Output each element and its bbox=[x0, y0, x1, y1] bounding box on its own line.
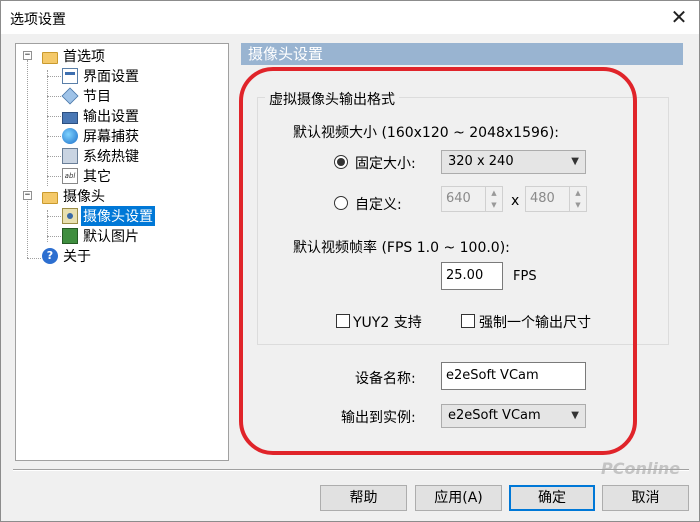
output-instance-select[interactable]: e2eSoft VCam ▼ bbox=[441, 404, 586, 428]
pane-header: 摄像头设置 bbox=[241, 43, 683, 65]
tree-item-label: 界面设置 bbox=[83, 69, 139, 85]
spin-up-icon[interactable]: ▲ bbox=[486, 187, 502, 199]
picture-icon bbox=[62, 228, 78, 244]
close-button[interactable]: ✕ bbox=[667, 5, 691, 29]
yuy2-support-checkbox[interactable] bbox=[336, 314, 350, 328]
custom-x-label: x bbox=[511, 193, 520, 209]
custom-height-spinner[interactable]: 480 ▲ ▼ bbox=[525, 186, 587, 212]
spin-down-icon[interactable]: ▼ bbox=[570, 199, 586, 211]
group-title: 虚拟摄像头输出格式 bbox=[265, 89, 399, 109]
tree-line bbox=[27, 258, 41, 259]
apply-button[interactable]: 应用(A) bbox=[415, 485, 502, 511]
fixed-size-select[interactable]: 320 x 240 ▼ bbox=[441, 150, 586, 174]
globe-icon bbox=[62, 128, 78, 144]
spinner-buttons: ▲ ▼ bbox=[485, 187, 502, 211]
collapse-preferences-icon[interactable]: − bbox=[23, 51, 32, 60]
folder-open-icon bbox=[42, 192, 58, 204]
spin-down-icon[interactable]: ▼ bbox=[486, 199, 502, 211]
tree-item-label: 节目 bbox=[83, 89, 111, 105]
cancel-button[interactable]: 取消 bbox=[602, 485, 689, 511]
output-instance-label: 输出到实例: bbox=[341, 410, 416, 426]
help-icon: ? bbox=[42, 248, 58, 264]
collapse-camera-icon[interactable]: − bbox=[23, 191, 32, 200]
tree-line bbox=[47, 70, 48, 186]
options-dialog: 选项设置 ✕ − 首选项 界面设置 节目 输出设置 屏幕捕获 系统热键 abl … bbox=[0, 0, 700, 522]
help-button[interactable]: 帮助 bbox=[320, 485, 407, 511]
custom-width-value: 640 bbox=[446, 191, 471, 206]
tree-item-label: 摄像头 bbox=[63, 189, 105, 205]
text-abl-icon: abl bbox=[62, 168, 78, 184]
tree-item-output-settings[interactable]: 输出设置 bbox=[62, 106, 141, 126]
force-output-size-label: 强制一个输出尺寸 bbox=[479, 315, 591, 331]
fixed-size-label: 固定大小: bbox=[355, 156, 416, 172]
tree-item-label: 首选项 bbox=[63, 49, 105, 65]
custom-height-value: 480 bbox=[530, 191, 555, 206]
tree-line bbox=[27, 60, 28, 258]
tree-item-label: 关于 bbox=[63, 249, 91, 265]
tree-item-programs[interactable]: 节目 bbox=[61, 86, 113, 106]
custom-width-spinner[interactable]: 640 ▲ ▼ bbox=[441, 186, 503, 212]
program-link-icon bbox=[61, 87, 79, 105]
custom-size-label: 自定义: bbox=[355, 197, 402, 213]
title-bar: 选项设置 ✕ bbox=[1, 1, 699, 34]
default-video-size-label: 默认视频大小 (160x120 ~ 2048x1596): bbox=[293, 125, 559, 141]
tree-item-label: 输出设置 bbox=[83, 109, 139, 125]
fixed-size-radio[interactable] bbox=[334, 155, 348, 169]
folder-open-icon bbox=[42, 52, 58, 64]
framerate-input[interactable]: 25.00 bbox=[441, 262, 503, 290]
tree-item-other[interactable]: abl 其它 bbox=[62, 166, 113, 186]
output-instance-value: e2eSoft VCam bbox=[448, 408, 541, 423]
tree-item-camera-settings[interactable]: 摄像头设置 bbox=[62, 206, 155, 226]
chevron-down-icon: ▼ bbox=[571, 410, 579, 421]
spin-up-icon[interactable]: ▲ bbox=[570, 187, 586, 199]
device-name-label: 设备名称: bbox=[355, 371, 416, 387]
tree-item-camera[interactable]: 摄像头 bbox=[42, 186, 107, 206]
window-title: 选项设置 bbox=[10, 12, 66, 28]
spinner-buttons: ▲ ▼ bbox=[569, 187, 586, 211]
device-name-input[interactable]: e2eSoft VCam bbox=[441, 362, 586, 390]
tree-item-about[interactable]: ? 关于 bbox=[42, 246, 93, 266]
custom-size-radio[interactable] bbox=[334, 196, 348, 210]
tree-item-label: 摄像头设置 bbox=[81, 206, 155, 226]
keyboard-icon bbox=[62, 148, 78, 164]
tree-line bbox=[47, 210, 48, 242]
close-icon: ✕ bbox=[670, 5, 688, 29]
tree-item-label: 系统热键 bbox=[83, 149, 139, 165]
settings-tree: − 首选项 界面设置 节目 输出设置 屏幕捕获 系统热键 abl 其它 − 摄像… bbox=[15, 43, 229, 461]
force-output-size-checkbox[interactable] bbox=[461, 314, 475, 328]
watermark-logo: PConline bbox=[601, 459, 681, 478]
yuy2-support-label: YUY2 支持 bbox=[353, 315, 422, 331]
tree-item-screen-capture[interactable]: 屏幕捕获 bbox=[62, 126, 141, 146]
tree-item-label: 默认图片 bbox=[83, 229, 139, 245]
ok-button[interactable]: 确定 bbox=[509, 485, 595, 511]
fixed-size-value: 320 x 240 bbox=[448, 154, 514, 169]
fps-unit-label: FPS bbox=[513, 269, 537, 284]
tree-item-label: 其它 bbox=[83, 169, 111, 185]
window-settings-icon bbox=[62, 68, 78, 84]
tree-item-system-hotkeys[interactable]: 系统热键 bbox=[62, 146, 141, 166]
camera-icon bbox=[62, 208, 78, 224]
tree-item-preferences[interactable]: 首选项 bbox=[42, 46, 107, 66]
monitor-icon bbox=[62, 112, 78, 124]
tree-item-interface-settings[interactable]: 界面设置 bbox=[62, 66, 141, 86]
tree-item-default-image[interactable]: 默认图片 bbox=[62, 226, 141, 246]
chevron-down-icon: ▼ bbox=[571, 156, 579, 167]
default-framerate-label: 默认视频帧率 (FPS 1.0 ~ 100.0): bbox=[293, 240, 510, 256]
tree-item-label: 屏幕捕获 bbox=[83, 129, 139, 145]
footer-separator bbox=[13, 469, 689, 471]
